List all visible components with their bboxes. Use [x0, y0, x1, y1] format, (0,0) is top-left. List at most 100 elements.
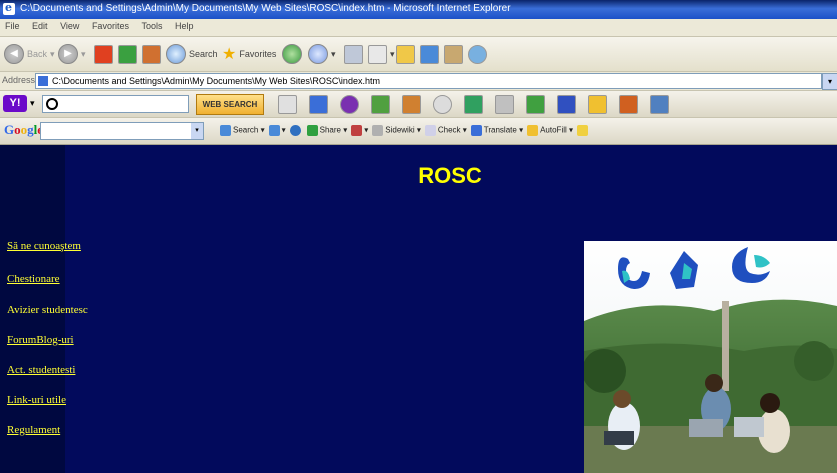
games-icon[interactable] — [464, 95, 483, 114]
banner-photo — [584, 241, 837, 473]
search-icon — [220, 125, 231, 136]
news-icon[interactable] — [588, 95, 607, 114]
print-icon — [344, 44, 363, 64]
students-image — [584, 241, 837, 473]
web-page-viewport: ROSC Să ne cunoaştem Chestionare Avizier… — [0, 145, 837, 473]
search-button[interactable]: Search — [166, 44, 218, 64]
history-icon — [282, 44, 302, 64]
pagerank-button[interactable]: ▾ — [351, 125, 368, 136]
yahoo-tools — [278, 95, 669, 114]
more-icon[interactable] — [650, 95, 669, 114]
dropdown-icon[interactable]: ▾ — [191, 123, 203, 139]
nav-link-chestionare[interactable]: Chestionare — [7, 273, 60, 285]
star-icon: ★ — [222, 46, 237, 63]
standard-toolbar: ◀ Back ▾ ▶ ▾ Search ★ Favorites ▾ ▾ — [0, 37, 837, 72]
address-bar: Address C:\Documents and Settings\Admin\… — [0, 72, 837, 91]
back-arrow-icon: ◀ — [4, 44, 24, 64]
abc-check-icon — [424, 125, 436, 136]
nav-link-regulament[interactable]: Regulament — [7, 424, 60, 436]
pencil-button[interactable] — [577, 125, 590, 136]
google-search-input[interactable]: ▾ — [40, 122, 204, 140]
sports-icon[interactable] — [619, 95, 638, 114]
google-logo: Google — [4, 122, 43, 137]
buddies-icon — [468, 44, 487, 64]
yahoo-logo[interactable]: Y! — [3, 95, 27, 112]
weather-icon[interactable] — [495, 95, 514, 114]
plus-button[interactable]: ▾ — [268, 125, 286, 136]
google-tools: Search ▾ ▾ Share ▾ ▾ Sidewiki ▾ Check ▾ … — [220, 125, 590, 136]
google-toolbar: Google ▾ Search ▾ ▾ Share ▾ ▾ Sidewiki ▾… — [0, 118, 837, 145]
nav-text-avizier-studentesc: Avizier studentesc — [7, 304, 88, 316]
dropdown-icon: ▾ — [390, 48, 395, 59]
address-label: Address — [2, 75, 36, 85]
page-icon — [38, 76, 48, 86]
messenger-button[interactable] — [444, 44, 463, 64]
pencil-icon — [577, 125, 589, 136]
messenger-icon — [444, 44, 463, 64]
web-search-button[interactable]: WEB SEARCH — [196, 94, 264, 115]
refresh-icon — [118, 44, 137, 64]
answers-icon[interactable] — [371, 95, 390, 114]
forward-button[interactable]: ▶ ▾ — [58, 44, 86, 64]
flickr-icon[interactable] — [557, 95, 576, 114]
nav-link-link-uri-utile[interactable]: Link-uri utile — [7, 394, 66, 406]
forward-arrow-icon: ▶ — [58, 44, 78, 64]
menu-help[interactable]: Help — [170, 19, 199, 31]
buddies-button[interactable] — [468, 44, 487, 64]
globe-button[interactable] — [289, 125, 303, 136]
edit-button[interactable]: ▾ — [368, 44, 395, 64]
history-button[interactable] — [282, 44, 302, 64]
address-input[interactable]: C:\Documents and Settings\Admin\My Docum… — [35, 73, 822, 89]
nav-link-forumblog-uri[interactable]: ForumBlog-uri — [7, 334, 74, 346]
autofill-button[interactable]: AutoFill ▾ — [527, 125, 573, 136]
autofill-icon — [527, 125, 539, 136]
dropdown-icon: ▾ — [331, 48, 336, 59]
address-dropdown-icon[interactable]: ▾ — [822, 73, 837, 90]
folder-button[interactable] — [396, 44, 415, 64]
translate-button[interactable]: Translate ▾ — [470, 125, 523, 136]
dropdown-icon: ▾ — [81, 48, 86, 59]
dropdown-icon[interactable]: ▾ — [30, 98, 35, 109]
ie-app-icon — [3, 1, 15, 15]
yahoo-toolbar: Y! ▾ WEB SEARCH — [0, 91, 837, 118]
hand-icon[interactable] — [402, 95, 421, 114]
page-title: ROSC — [418, 163, 482, 188]
menu-favorites[interactable]: Favorites — [87, 19, 134, 31]
research-button[interactable] — [420, 44, 439, 64]
nav-link-act-studentesti[interactable]: Act. studentesti — [7, 364, 75, 376]
address-url: C:\Documents and Settings\Admin\My Docum… — [52, 76, 380, 86]
plus-icon — [268, 125, 280, 136]
mail-button[interactable]: ▾ — [308, 44, 336, 64]
menu-edit[interactable]: Edit — [27, 19, 53, 31]
window-title: C:\Documents and Settings\Admin\My Docum… — [20, 3, 511, 14]
menu-bar: File Edit View Favorites Tools Help — [0, 19, 837, 37]
window-title-bar: C:\Documents and Settings\Admin\My Docum… — [0, 0, 837, 19]
menu-view[interactable]: View — [55, 19, 84, 31]
mail-icon — [308, 44, 328, 64]
google-search-button[interactable]: Search ▾ — [220, 125, 265, 136]
back-button[interactable]: ◀ Back ▾ — [4, 44, 55, 64]
sidewiki-icon — [372, 125, 384, 136]
yahoo-search-input[interactable] — [42, 95, 189, 113]
search-icon — [46, 98, 58, 110]
mail-icon[interactable] — [309, 95, 328, 114]
folder-icon — [396, 44, 415, 64]
share-button[interactable]: Share ▾ — [306, 125, 347, 136]
favorites-button[interactable]: ★ Favorites — [222, 44, 276, 64]
sidewiki-button[interactable]: Sidewiki ▾ — [372, 125, 421, 136]
print-button[interactable] — [344, 44, 363, 64]
share-icon — [306, 125, 318, 136]
nav-link-sa-ne-cunoastem[interactable]: Să ne cunoaştem — [7, 240, 81, 252]
finance-icon[interactable] — [526, 95, 545, 114]
messenger-icon[interactable] — [340, 95, 359, 114]
menu-file[interactable]: File — [0, 19, 25, 31]
home-button[interactable] — [142, 44, 161, 64]
spellcheck-button[interactable]: Check ▾ — [424, 125, 467, 136]
bookmark-icon[interactable] — [278, 95, 297, 114]
stop-icon — [94, 44, 113, 64]
smiley-icon[interactable] — [433, 95, 452, 114]
menu-tools[interactable]: Tools — [136, 19, 167, 31]
stop-button[interactable] — [94, 44, 113, 64]
pagerank-icon — [351, 125, 363, 136]
refresh-button[interactable] — [118, 44, 137, 64]
